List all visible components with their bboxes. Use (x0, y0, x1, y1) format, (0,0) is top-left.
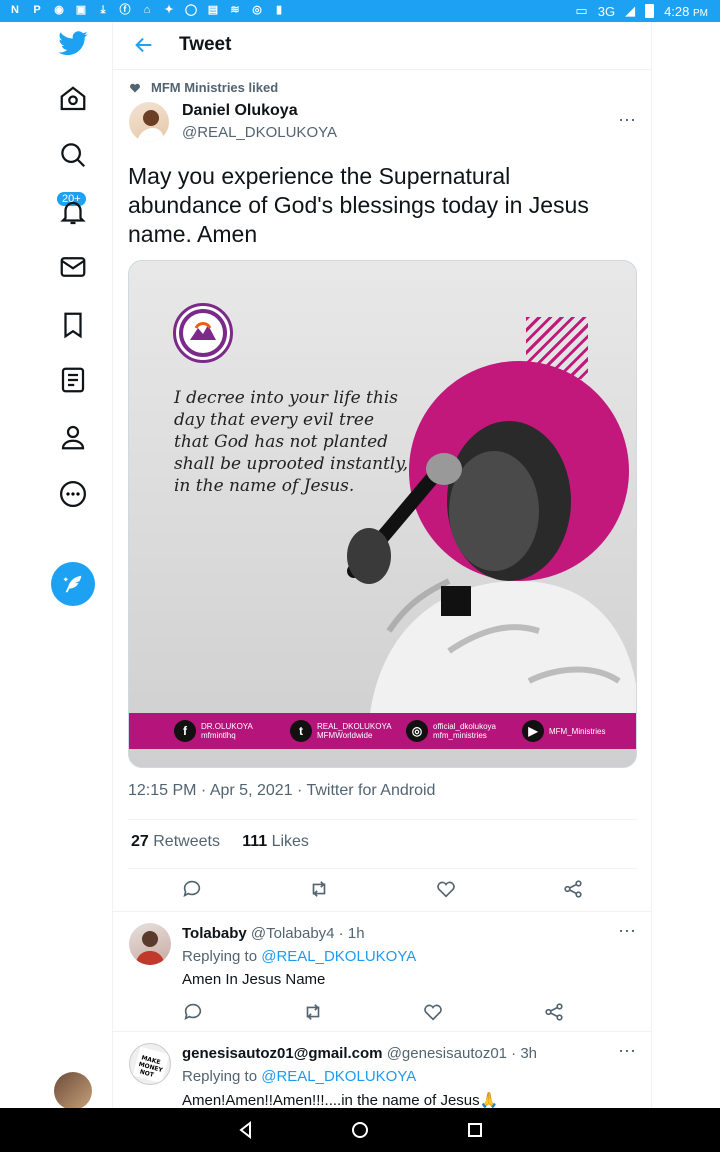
banner-facebook: f DR.OLUKOYA mfmintlhq (174, 720, 282, 742)
back-triangle-icon[interactable] (236, 1120, 256, 1140)
bookmarks-icon[interactable] (58, 310, 88, 340)
banner-twitter-icon: t (290, 720, 312, 742)
replying-to-link[interactable]: @REAL_DKOLUKOYA (261, 1068, 416, 1085)
profile-icon[interactable] (58, 422, 88, 452)
banner-youtube: ▶ MFM_Ministries (522, 720, 630, 742)
recents-square-icon[interactable] (465, 1120, 485, 1140)
notification-g-icon: ◉ (54, 4, 64, 16)
heart-filled-icon (130, 83, 140, 92)
account-avatar[interactable] (54, 1072, 92, 1110)
retweet-icon[interactable] (308, 878, 330, 900)
reply-more-icon[interactable]: ⋯ (618, 921, 637, 942)
feather-icon (63, 575, 82, 593)
message-icon: ▤ (207, 4, 219, 16)
reply-author[interactable]: genesisautoz01@gmail.com @genesisautoz01… (182, 1045, 537, 1062)
status-system-icons: ▭ 3G ◢ 4:28 PM (575, 3, 708, 19)
page-title: Tweet (179, 34, 232, 55)
share-icon[interactable] (543, 1001, 565, 1023)
lists-icon[interactable] (58, 365, 88, 395)
banner-twitter: t REAL_DKOLUKOYA MFMWorldwide (290, 720, 398, 742)
preacher-photo (347, 421, 636, 721)
reply-item[interactable]: MAKE MONEY NOT genesisautoz01@gmail.com @g… (113, 1031, 652, 1108)
social-context: MFM Ministries liked (129, 80, 278, 95)
facebook-icon: ⓕ (119, 4, 131, 16)
notification-n-icon: N (11, 4, 19, 16)
network-type: 3G (597, 3, 616, 19)
mfm-logo-icon (173, 303, 233, 363)
status-time: 4:28 PM (664, 3, 708, 19)
replying-to-link[interactable]: @REAL_DKOLUKOYA (261, 948, 416, 965)
reply-icon[interactable] (181, 878, 203, 900)
reply-text: Amen!Amen!!Amen!!!....in the name of Jes… (182, 1092, 499, 1108)
author-photo (137, 110, 165, 142)
status-bar: N P ◉ ▣ ⤓ ⓕ ⌂ ✦ ◯ ▤ ≋ ◎ ▮ ▭ 3G ◢ 4:28 PM (0, 0, 720, 22)
main-column: Tweet MFM Ministries liked Daniel Olukoy… (113, 22, 652, 1108)
like-icon[interactable] (435, 878, 457, 900)
tweet-header: Tweet (113, 22, 652, 70)
cast-icon: ▭ (575, 3, 588, 18)
banner-instagram-icon: ◎ (406, 720, 428, 742)
reply-avatar[interactable]: MAKE MONEY NOT (129, 1043, 171, 1085)
author-name[interactable]: Daniel Olukoya (182, 102, 298, 120)
home-icon[interactable] (58, 84, 88, 114)
reply-icon[interactable] (182, 1001, 204, 1023)
striped-square (526, 317, 588, 379)
author-handle[interactable]: @REAL_DKOLUKOYA (182, 124, 337, 141)
notifications-bell-icon[interactable] (58, 198, 88, 228)
notification-p-icon: P (33, 4, 41, 16)
like-icon[interactable] (422, 1001, 444, 1023)
reply-text: Amen In Jesus Name (182, 971, 326, 988)
retweet-icon[interactable] (302, 1001, 324, 1023)
reply-author[interactable]: Tolababy @Tolababy4 · 1h (182, 925, 365, 942)
messages-mail-icon[interactable] (58, 252, 88, 282)
tweet-timestamp[interactable]: 12:15 PM · Apr 5, 2021 · Twitter for And… (128, 782, 435, 800)
banner-youtube-icon: ▶ (522, 720, 544, 742)
reply-more-icon[interactable]: ⋯ (618, 1041, 637, 1062)
compose-tweet-button[interactable] (51, 562, 95, 606)
reply-item[interactable]: Tolababy @Tolababy4 · 1h ⋯ Replying to @… (113, 911, 652, 1031)
twitter-logo-icon[interactable] (57, 28, 89, 60)
lock-icon: ▮ (275, 4, 283, 16)
divider (128, 868, 637, 869)
tweet-more-icon[interactable]: ⋯ (618, 110, 637, 131)
reply-avatar[interactable] (129, 923, 171, 965)
share-icon[interactable] (562, 878, 584, 900)
download-icon: ⤓ (100, 4, 106, 16)
tweet-image[interactable]: I decree into your life this day that ev… (128, 260, 637, 768)
divider (128, 819, 637, 820)
sidebar-nav: 20+ (0, 22, 113, 1110)
notification-doc-icon: ▣ (75, 4, 87, 16)
tweet-stats: 27 Retweets 111 Likes (131, 833, 309, 851)
social-banner: f DR.OLUKOYA mfmintlhq t REAL_DKOLUKOYA MFMW… (129, 713, 636, 749)
tweet-actions (128, 878, 637, 902)
liked-by-text[interactable]: MFM Ministries liked (151, 80, 278, 95)
replying-to: Replying to @REAL_DKOLUKOYA (182, 948, 417, 965)
replying-to: Replying to @REAL_DKOLUKOYA (182, 1068, 417, 1085)
retweets-stat[interactable]: 27 Retweets (131, 833, 220, 850)
more-options-icon[interactable] (58, 479, 88, 509)
search-icon[interactable] (58, 140, 88, 170)
android-nav-bar (0, 1108, 720, 1152)
banner-instagram: ◎ official_dkolukoya mfm_ministries (406, 720, 514, 742)
instagram-icon: ◎ (252, 4, 262, 16)
author-avatar[interactable] (129, 102, 169, 142)
twitter-notif-icon: ✦ (164, 4, 174, 16)
mail-icon: ⌂ (143, 4, 151, 16)
banner-facebook-icon: f (174, 720, 196, 742)
signal-icon: ◢ (625, 3, 636, 18)
tweet-text: May you experience the Supernatural abun… (128, 163, 589, 247)
battery-icon (645, 4, 655, 18)
whatsapp-icon: ◯ (184, 4, 198, 16)
home-circle-icon[interactable] (350, 1120, 370, 1140)
likes-stat[interactable]: 111 Likes (242, 833, 309, 850)
status-notification-icons: N P ◉ ▣ ⤓ ⓕ ⌂ ✦ ◯ ▤ ≋ ◎ ▮ (8, 3, 286, 17)
speed-icon: ≋ (230, 4, 240, 16)
back-arrow-icon[interactable] (133, 34, 155, 56)
